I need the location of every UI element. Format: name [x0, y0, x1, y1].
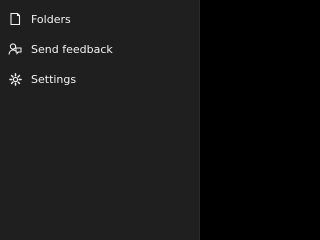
screen: ••• otos Folders [0, 0, 240, 240]
menu-item-folders[interactable]: Folders [0, 6, 200, 32]
feedback-icon [8, 42, 22, 56]
menu-item-settings[interactable]: Settings [0, 66, 200, 92]
folder-icon [8, 12, 22, 26]
navigation-drawer: Folders Send feedback Settings [0, 0, 200, 240]
gear-icon [8, 72, 22, 86]
menu-item-label: Send feedback [31, 42, 113, 56]
menu-item-label: Folders [31, 12, 71, 26]
menu-item-send-feedback[interactable]: Send feedback [0, 36, 200, 62]
background-app[interactable]: ••• otos [200, 0, 240, 240]
menu-item-label: Settings [31, 72, 77, 86]
